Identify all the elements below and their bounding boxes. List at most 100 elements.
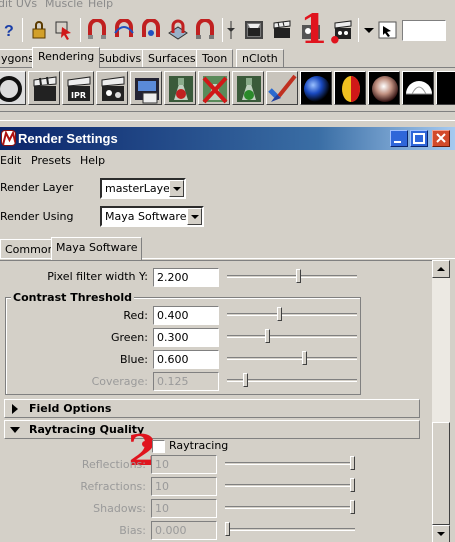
- blinn-sphere-icon[interactable]: [300, 71, 332, 105]
- chevron-down-icon[interactable]: [362, 19, 376, 41]
- coverage-slider: [227, 373, 357, 387]
- field-options-header[interactable]: Field Options: [4, 399, 420, 418]
- menu-edit[interactable]: Edit: [0, 154, 21, 167]
- reflections-field: 10: [151, 455, 217, 474]
- window-title: Render Settings: [18, 131, 118, 146]
- snap-point-icon[interactable]: [140, 18, 162, 41]
- render-settings-window: Render Settings Edit Presets Help Render…: [0, 120, 455, 542]
- dome-light-icon[interactable]: [402, 71, 434, 105]
- menu-item-uvs[interactable]: dit UVs: [0, 0, 37, 10]
- ramp-shader-icon[interactable]: [334, 71, 366, 105]
- tab-maya-software[interactable]: Maya Software: [51, 237, 143, 260]
- render-settings-tabs: Common Maya Software: [0, 237, 455, 260]
- annotation-one: 1.: [300, 6, 342, 53]
- shadows-slider: [225, 500, 355, 514]
- menu-presets[interactable]: Presets: [31, 154, 71, 167]
- menu-item-help[interactable]: Help: [88, 0, 113, 10]
- shelf-tab-subdivs[interactable]: Subdivs: [92, 49, 148, 67]
- shadows-field: 10: [151, 499, 217, 518]
- raytracing-quality-header[interactable]: Raytracing Quality: [4, 420, 420, 439]
- shelf-tab-toon[interactable]: Toon: [196, 49, 234, 67]
- maximize-button[interactable]: [410, 130, 428, 147]
- batch-render-icon[interactable]: [130, 71, 162, 105]
- scroll-down-button[interactable]: [432, 525, 450, 542]
- snap-grid-icon[interactable]: [86, 18, 108, 41]
- select-by-name-icon[interactable]: [378, 19, 398, 41]
- render-sphere-icon[interactable]: [0, 71, 26, 105]
- blue-field[interactable]: 0.600: [153, 350, 219, 369]
- pixel-filter-field[interactable]: 2.200: [153, 268, 219, 287]
- help-icon[interactable]: ?: [0, 19, 22, 41]
- render-layer-dropdown[interactable]: masterLayer: [100, 178, 186, 199]
- svg-text:IPR: IPR: [71, 91, 86, 100]
- render-using-label: Render Using: [0, 210, 74, 223]
- chevron-down-icon[interactable]: [169, 180, 184, 197]
- shelf-tab-ncloth[interactable]: nCloth: [236, 49, 284, 67]
- render-settings-shelf-icon[interactable]: [96, 71, 128, 105]
- ipr-render-shelf-icon[interactable]: IPR: [62, 71, 94, 105]
- refractions-label: Refractions:: [80, 480, 146, 493]
- ipr-render-icon[interactable]: [271, 19, 293, 41]
- blue-label: Blue:: [119, 353, 148, 366]
- coverage-field: 0.125: [153, 372, 219, 391]
- menu-help[interactable]: Help: [80, 154, 105, 167]
- raytracing-checkbox-label: Raytracing: [169, 439, 229, 452]
- render-layer-label: Render Layer: [0, 181, 74, 194]
- render-settings-titlebar[interactable]: Render Settings: [0, 127, 455, 150]
- menu-item-muscle[interactable]: Muscle: [45, 0, 83, 10]
- chevron-down-icon[interactable]: [187, 208, 202, 225]
- paint-brush-icon[interactable]: [266, 71, 298, 105]
- minimize-button[interactable]: [390, 130, 408, 147]
- annotation-dot: [142, 441, 148, 447]
- refractions-field: 10: [151, 477, 217, 496]
- contrast-threshold-title: Contrast Threshold: [11, 291, 135, 304]
- render-layer-value: masterLayer: [105, 182, 175, 195]
- reflections-slider: [225, 456, 355, 470]
- snap-curve-icon[interactable]: [113, 18, 135, 41]
- shadows-label: Shadows:: [93, 502, 146, 515]
- status-line: ? 1.: [0, 6, 455, 53]
- shelf-icon-bar: IPR: [0, 68, 455, 112]
- hypershade-shelf-icon[interactable]: [164, 71, 196, 105]
- render-using-value: Maya Software: [105, 210, 187, 223]
- vertical-scrollbar[interactable]: [432, 260, 450, 542]
- scroll-up-button[interactable]: [432, 260, 450, 278]
- collapse-arrow-icon: [10, 427, 20, 433]
- red-field[interactable]: 0.400: [153, 306, 219, 325]
- select-highlight-icon[interactable]: [53, 19, 75, 41]
- render-settings-menubar: Edit Presets Help: [0, 153, 455, 170]
- reflections-label: Reflections:: [81, 458, 146, 471]
- bias-slider: [225, 522, 355, 536]
- coverage-label: Coverage:: [91, 375, 148, 388]
- mental-ray-sphere-icon[interactable]: [368, 71, 400, 105]
- expand-arrow-icon: [12, 404, 18, 414]
- field-options-label: Field Options: [29, 402, 112, 415]
- red-slider[interactable]: [227, 307, 357, 321]
- blue-slider[interactable]: [227, 351, 357, 365]
- shelf-tab-rendering[interactable]: Rendering: [32, 47, 101, 68]
- scrollbar-thumb[interactable]: [432, 422, 450, 525]
- close-button[interactable]: [432, 130, 450, 147]
- pixel-filter-slider[interactable]: [227, 269, 357, 283]
- svg-text:?: ?: [4, 23, 14, 40]
- shelf-tab-bar: ygons Rendering Subdivs Surfaces Toon nC…: [0, 47, 455, 68]
- assign-material-icon[interactable]: [232, 71, 264, 105]
- raytracing-quality-label: Raytracing Quality: [29, 423, 145, 436]
- green-field[interactable]: 0.300: [153, 328, 219, 347]
- shelf-tab-surfaces[interactable]: Surfaces: [142, 49, 202, 67]
- snap-view-plane-icon[interactable]: [167, 19, 189, 41]
- raytracing-checkbox[interactable]: [152, 440, 165, 453]
- inputs-outputs-icon[interactable]: [226, 19, 236, 41]
- render-frame-icon[interactable]: [28, 71, 60, 105]
- area-light-icon[interactable]: [436, 71, 455, 105]
- quick-selection-field[interactable]: [402, 20, 446, 41]
- green-slider[interactable]: [227, 329, 357, 343]
- main-menubar: dit UVs Muscle Help: [0, 0, 455, 12]
- make-live-icon[interactable]: [194, 18, 216, 41]
- render-current-frame-icon[interactable]: [243, 19, 265, 41]
- settings-scroll-panel: Pixel filter width Y: 2.200 Contrast Thr…: [0, 260, 432, 542]
- lock-icon[interactable]: [28, 19, 50, 41]
- render-using-dropdown[interactable]: Maya Software: [100, 206, 204, 227]
- remove-material-icon[interactable]: [198, 71, 230, 105]
- green-label: Green:: [110, 331, 148, 344]
